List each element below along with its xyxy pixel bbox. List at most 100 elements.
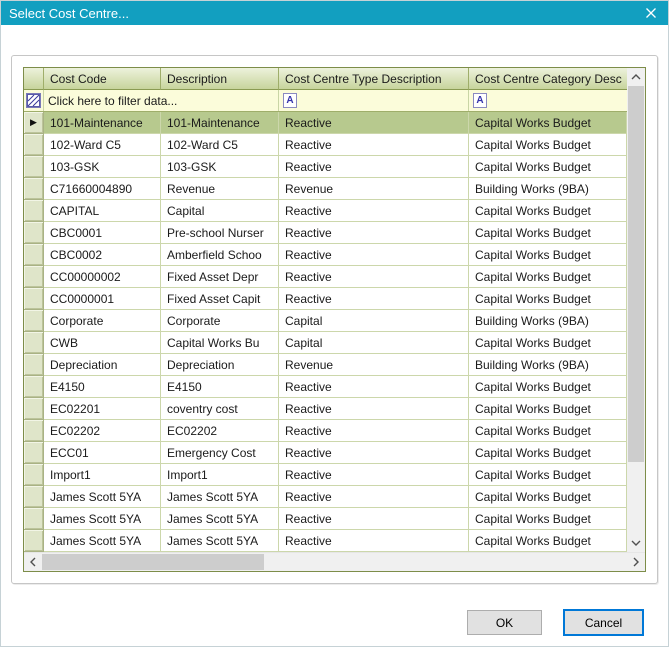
cell[interactable]: Reactive [279, 530, 469, 552]
row-header-cell[interactable] [24, 200, 44, 222]
cell[interactable]: Reactive [279, 112, 469, 134]
table-row[interactable]: ▶101-Maintenance101-MaintenanceReactiveC… [24, 112, 627, 134]
cell[interactable]: Capital Works Budget [469, 200, 627, 222]
cell[interactable]: Capital [279, 332, 469, 354]
filter-button[interactable] [24, 90, 44, 111]
cell[interactable]: Fixed Asset Depr [161, 266, 279, 288]
cell[interactable]: Building Works (9BA) [469, 310, 627, 332]
cell[interactable]: Capital Works Budget [469, 156, 627, 178]
cell[interactable]: E4150 [161, 376, 279, 398]
cell[interactable]: Revenue [279, 354, 469, 376]
row-header-cell[interactable] [24, 508, 44, 530]
table-row[interactable]: CorporateCorporateCapitalBuilding Works … [24, 310, 627, 332]
row-header-cell[interactable] [24, 332, 44, 354]
cell[interactable]: Capital [279, 310, 469, 332]
cell[interactable]: Capital Works Bu [161, 332, 279, 354]
table-row[interactable]: James Scott 5YAJames Scott 5YAReactiveCa… [24, 486, 627, 508]
row-header-cell[interactable] [24, 288, 44, 310]
scroll-left-button[interactable] [24, 553, 42, 571]
column-header-cost-code[interactable]: Cost Code [44, 68, 161, 90]
cell[interactable]: E4150 [44, 376, 161, 398]
cell[interactable]: Fixed Asset Capit [161, 288, 279, 310]
cell[interactable]: CWB [44, 332, 161, 354]
text-filter-icon[interactable]: A [473, 93, 487, 108]
cell[interactable]: Reactive [279, 420, 469, 442]
table-row[interactable]: James Scott 5YAJames Scott 5YAReactiveCa… [24, 508, 627, 530]
cell[interactable]: Building Works (9BA) [469, 178, 627, 200]
cell[interactable]: Reactive [279, 266, 469, 288]
cell[interactable]: Emergency Cost [161, 442, 279, 464]
cell[interactable]: Pre-school Nurser [161, 222, 279, 244]
table-row[interactable]: EC02202EC02202ReactiveCapital Works Budg… [24, 420, 627, 442]
row-header-cell[interactable] [24, 376, 44, 398]
cell[interactable]: Reactive [279, 222, 469, 244]
row-header-cell[interactable] [24, 178, 44, 200]
cell[interactable]: Depreciation [44, 354, 161, 376]
cell[interactable]: Reactive [279, 134, 469, 156]
cell[interactable]: Reactive [279, 508, 469, 530]
row-header-cell[interactable] [24, 464, 44, 486]
cell[interactable]: Capital Works Budget [469, 508, 627, 530]
cell[interactable]: Capital Works Budget [469, 244, 627, 266]
table-row[interactable]: ECC01Emergency CostReactiveCapital Works… [24, 442, 627, 464]
cancel-button[interactable]: Cancel [563, 609, 644, 636]
cell[interactable]: 103-GSK [161, 156, 279, 178]
row-header-cell[interactable] [24, 442, 44, 464]
cell[interactable]: Corporate [161, 310, 279, 332]
cell[interactable]: Capital Works Budget [469, 222, 627, 244]
cell[interactable]: Reactive [279, 376, 469, 398]
table-row[interactable]: CWBCapital Works BuCapitalCapital Works … [24, 332, 627, 354]
row-header-cell[interactable] [24, 222, 44, 244]
cell[interactable]: CBC0001 [44, 222, 161, 244]
cell[interactable]: CBC0002 [44, 244, 161, 266]
row-header-cell[interactable] [24, 530, 44, 552]
horizontal-scrollbar-thumb[interactable] [42, 554, 264, 570]
ok-button[interactable]: OK [467, 610, 542, 635]
cell[interactable]: Reactive [279, 442, 469, 464]
cell[interactable]: Import1 [161, 464, 279, 486]
scroll-down-button[interactable] [627, 534, 645, 552]
row-header-cell[interactable] [24, 486, 44, 508]
cell[interactable]: EC02201 [44, 398, 161, 420]
text-filter-icon[interactable]: A [283, 93, 297, 108]
cell[interactable]: Reactive [279, 464, 469, 486]
cell[interactable]: Building Works (9BA) [469, 354, 627, 376]
table-row[interactable]: C71660004890RevenueRevenueBuilding Works… [24, 178, 627, 200]
cell[interactable]: Reactive [279, 486, 469, 508]
row-header-cell[interactable]: ▶ [24, 112, 44, 134]
table-row[interactable]: EC02201coventry costReactiveCapital Work… [24, 398, 627, 420]
row-header-cell[interactable] [24, 420, 44, 442]
cell[interactable]: EC02202 [44, 420, 161, 442]
cell[interactable]: Capital Works Budget [469, 332, 627, 354]
row-header-cell[interactable] [24, 398, 44, 420]
cell[interactable]: Capital Works Budget [469, 376, 627, 398]
cell[interactable]: CC00000002 [44, 266, 161, 288]
cell[interactable]: Capital Works Budget [469, 442, 627, 464]
table-row[interactable]: James Scott 5YAJames Scott 5YAReactiveCa… [24, 530, 627, 552]
cell[interactable]: Reactive [279, 288, 469, 310]
vertical-scrollbar-thumb[interactable] [628, 86, 644, 462]
filter-input-cost-centre-type[interactable]: A [279, 90, 469, 111]
cell[interactable]: Revenue [279, 178, 469, 200]
table-row[interactable]: CC0000001Fixed Asset CapitReactiveCapita… [24, 288, 627, 310]
cell[interactable]: Capital Works Budget [469, 420, 627, 442]
table-row[interactable]: 103-GSK103-GSKReactiveCapital Works Budg… [24, 156, 627, 178]
cell[interactable]: Corporate [44, 310, 161, 332]
cell[interactable]: CC0000001 [44, 288, 161, 310]
cell[interactable]: James Scott 5YA [161, 508, 279, 530]
scroll-up-button[interactable] [627, 68, 645, 86]
cell[interactable]: CAPITAL [44, 200, 161, 222]
cell[interactable]: Revenue [161, 178, 279, 200]
cell[interactable]: James Scott 5YA [161, 530, 279, 552]
cell[interactable]: ECC01 [44, 442, 161, 464]
column-header-cost-centre-category[interactable]: Cost Centre Category Desc [469, 68, 627, 90]
cell[interactable]: Capital Works Budget [469, 486, 627, 508]
cell[interactable]: Capital Works Budget [469, 266, 627, 288]
cell[interactable]: James Scott 5YA [44, 508, 161, 530]
cell[interactable]: 102-Ward C5 [161, 134, 279, 156]
vertical-scrollbar[interactable] [627, 68, 645, 552]
cell[interactable]: Capital Works Budget [469, 134, 627, 156]
cell[interactable]: Depreciation [161, 354, 279, 376]
cell[interactable]: Reactive [279, 244, 469, 266]
horizontal-scrollbar[interactable] [24, 552, 645, 571]
